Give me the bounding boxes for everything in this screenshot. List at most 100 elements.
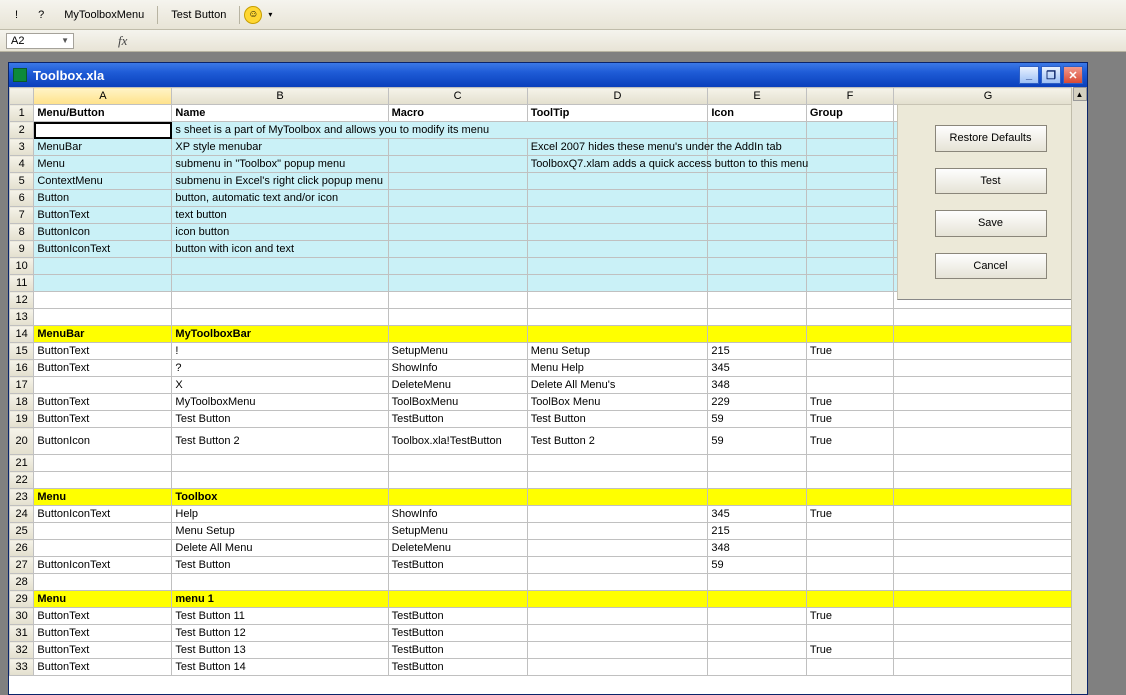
cell-D33[interactable] xyxy=(527,659,708,676)
row-header-14[interactable]: 14 xyxy=(10,326,34,343)
cell-E23[interactable] xyxy=(708,489,806,506)
cell-B4[interactable]: submenu in "Toolbox" popup menu xyxy=(172,156,388,173)
cell-C27[interactable]: TestButton xyxy=(388,557,527,574)
row-header-20[interactable]: 20 xyxy=(10,428,34,455)
cell-E10[interactable] xyxy=(708,258,806,275)
cell-A7[interactable]: ButtonText xyxy=(34,207,172,224)
cell-A28[interactable] xyxy=(34,574,172,591)
cell-G27[interactable] xyxy=(894,557,1071,574)
scroll-up-icon[interactable]: ▲ xyxy=(1073,87,1087,101)
row-header-10[interactable]: 10 xyxy=(10,258,34,275)
cell-A20[interactable]: ButtonIcon xyxy=(34,428,172,455)
cell-A3[interactable]: MenuBar xyxy=(34,139,172,156)
cell-B29[interactable]: menu 1 xyxy=(172,591,388,608)
cell-C14[interactable] xyxy=(388,326,527,343)
cell-B5[interactable]: submenu in Excel's right click popup men… xyxy=(172,173,388,190)
cell-F24[interactable]: True xyxy=(806,506,893,523)
row-header-4[interactable]: 4 xyxy=(10,156,34,173)
cell-F11[interactable] xyxy=(806,275,893,292)
cell-A2[interactable]: ▾ xyxy=(34,122,172,139)
cell-B26[interactable]: Delete All Menu xyxy=(172,540,388,557)
row-header-15[interactable]: 15 xyxy=(10,343,34,360)
cell-A23[interactable]: Menu xyxy=(34,489,172,506)
cell-A27[interactable]: ButtonIconText xyxy=(34,557,172,574)
test-button[interactable]: Test xyxy=(935,168,1047,195)
cell-A21[interactable] xyxy=(34,455,172,472)
cell-B9[interactable]: button with icon and text xyxy=(172,241,388,258)
cell-E25[interactable]: 215 xyxy=(708,523,806,540)
cell-F17[interactable] xyxy=(806,377,893,394)
cell-A33[interactable]: ButtonText xyxy=(34,659,172,676)
cell-E18[interactable]: 229 xyxy=(708,394,806,411)
cell-D17[interactable]: Delete All Menu's xyxy=(527,377,708,394)
row-header-13[interactable]: 13 xyxy=(10,309,34,326)
cell-A8[interactable]: ButtonIcon xyxy=(34,224,172,241)
cell-C8[interactable] xyxy=(388,224,527,241)
cell-A12[interactable] xyxy=(34,292,172,309)
cell-D16[interactable]: Menu Help xyxy=(527,360,708,377)
row-header-2[interactable]: 2 xyxy=(10,122,34,139)
row-header-11[interactable]: 11 xyxy=(10,275,34,292)
row-header-5[interactable]: 5 xyxy=(10,173,34,190)
cell-G21[interactable] xyxy=(894,455,1071,472)
minimize-button[interactable]: _ xyxy=(1019,66,1039,84)
cell-G33[interactable] xyxy=(894,659,1071,676)
cell-A13[interactable] xyxy=(34,309,172,326)
cell-G30[interactable] xyxy=(894,608,1071,625)
row-header-24[interactable]: 24 xyxy=(10,506,34,523)
cell-D21[interactable] xyxy=(527,455,708,472)
cell-A5[interactable]: ContextMenu xyxy=(34,173,172,190)
cell-D9[interactable] xyxy=(527,241,708,258)
cell-A10[interactable] xyxy=(34,258,172,275)
cell-G13[interactable] xyxy=(894,309,1071,326)
cell-F28[interactable] xyxy=(806,574,893,591)
cell-D24[interactable] xyxy=(527,506,708,523)
cell-B24[interactable]: Help xyxy=(172,506,388,523)
cell-A30[interactable]: ButtonText xyxy=(34,608,172,625)
cell-E24[interactable]: 345 xyxy=(708,506,806,523)
cell-D15[interactable]: Menu Setup xyxy=(527,343,708,360)
cell-E9[interactable] xyxy=(708,241,806,258)
cell-E12[interactable] xyxy=(708,292,806,309)
row-header-9[interactable]: 9 xyxy=(10,241,34,258)
vertical-scrollbar[interactable]: ▲ xyxy=(1071,87,1087,694)
cell-F22[interactable] xyxy=(806,472,893,489)
cell-A25[interactable] xyxy=(34,523,172,540)
save-button[interactable]: Save xyxy=(935,210,1047,237)
row-header-17[interactable]: 17 xyxy=(10,377,34,394)
col-header-corner[interactable] xyxy=(10,88,34,105)
cell-F7[interactable] xyxy=(806,207,893,224)
cell-B18[interactable]: MyToolboxMenu xyxy=(172,394,388,411)
cell-B23[interactable]: Toolbox xyxy=(172,489,388,506)
cell-D23[interactable] xyxy=(527,489,708,506)
cell-C31[interactable]: TestButton xyxy=(388,625,527,642)
col-header-E[interactable]: E xyxy=(708,88,806,105)
cell-C1[interactable]: Macro xyxy=(388,105,527,122)
cell-B28[interactable] xyxy=(172,574,388,591)
row-header-21[interactable]: 21 xyxy=(10,455,34,472)
cell-A26[interactable] xyxy=(34,540,172,557)
cell-D30[interactable] xyxy=(527,608,708,625)
cell-D32[interactable] xyxy=(527,642,708,659)
fx-icon[interactable]: fx xyxy=(118,33,127,49)
cell-B2[interactable]: s sheet is a part of MyToolbox and allow… xyxy=(172,122,708,139)
cell-B14[interactable]: MyToolboxBar xyxy=(172,326,388,343)
row-header-31[interactable]: 31 xyxy=(10,625,34,642)
cell-F25[interactable] xyxy=(806,523,893,540)
cell-B30[interactable]: Test Button 11 xyxy=(172,608,388,625)
cell-D31[interactable] xyxy=(527,625,708,642)
cell-G22[interactable] xyxy=(894,472,1071,489)
cell-C25[interactable]: SetupMenu xyxy=(388,523,527,540)
cell-B22[interactable] xyxy=(172,472,388,489)
cell-G31[interactable] xyxy=(894,625,1071,642)
cell-G20[interactable] xyxy=(894,428,1071,455)
col-header-B[interactable]: B xyxy=(172,88,388,105)
cell-C16[interactable]: ShowInfo xyxy=(388,360,527,377)
cell-E20[interactable]: 59 xyxy=(708,428,806,455)
cell-C11[interactable] xyxy=(388,275,527,292)
cell-C30[interactable]: TestButton xyxy=(388,608,527,625)
cell-F23[interactable] xyxy=(806,489,893,506)
cell-E17[interactable]: 348 xyxy=(708,377,806,394)
cell-F8[interactable] xyxy=(806,224,893,241)
cell-B21[interactable] xyxy=(172,455,388,472)
